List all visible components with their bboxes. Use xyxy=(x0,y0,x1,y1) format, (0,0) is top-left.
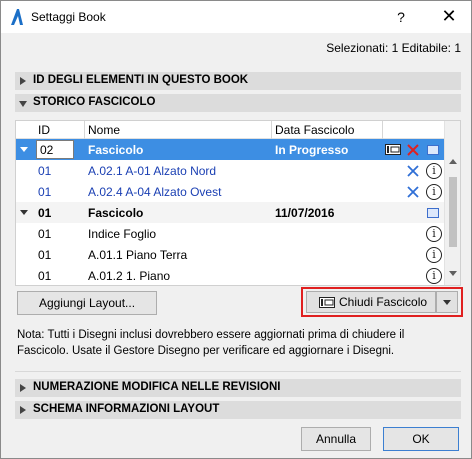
divider xyxy=(15,371,461,372)
row-date: 11/07/2016 xyxy=(275,206,335,220)
layout-film-icon xyxy=(319,297,335,308)
scroll-up-icon[interactable] xyxy=(449,159,457,164)
delete-red-icon[interactable] xyxy=(406,143,420,157)
selection-info: Selezionati: 1 Editabile: 1 xyxy=(326,41,461,55)
info-icon[interactable]: i xyxy=(426,184,442,200)
collapse-row-icon[interactable] xyxy=(20,210,28,215)
archicad-logo-icon xyxy=(11,9,23,25)
expand-arrow-icon xyxy=(20,384,26,392)
info-icon[interactable]: i xyxy=(426,163,442,179)
section-id-elements[interactable]: ID DEGLI ELEMENTI IN QUESTO BOOK xyxy=(15,72,461,90)
header-name[interactable]: Nome xyxy=(88,123,120,137)
header-date[interactable]: Data Fascicolo xyxy=(275,123,354,137)
remove-icon[interactable] xyxy=(406,164,420,178)
row-id: 01 xyxy=(38,164,52,178)
expand-arrow-icon xyxy=(20,406,26,414)
row-date: In Progresso xyxy=(275,143,349,157)
title-bar: Settaggi Book ? ✕ xyxy=(1,1,471,33)
table-row-group[interactable]: 01 Fascicolo 11/07/2016 xyxy=(16,202,444,223)
section-history[interactable]: STORICO FASCICOLO xyxy=(15,94,461,112)
scroll-thumb[interactable] xyxy=(449,177,457,247)
help-button[interactable]: ? xyxy=(387,7,415,27)
id-input[interactable]: 02 xyxy=(36,140,74,159)
expand-arrow-icon xyxy=(20,77,26,85)
table-row[interactable]: 01 Indice Foglio i xyxy=(16,223,444,244)
table-scrollbar[interactable] xyxy=(444,121,460,285)
row-id: 01 xyxy=(38,248,52,262)
row-name: Indice Foglio xyxy=(88,227,157,241)
section-revision-numbering[interactable]: NUMERAZIONE MODIFICA NELLE REVISIONI xyxy=(15,379,461,397)
table-row[interactable]: 01 A.02.4 A-04 Alzato Ovest i xyxy=(16,181,444,202)
section-label: SCHEMA INFORMAZIONI LAYOUT xyxy=(33,403,220,415)
row-name: A.02.4 A-04 Alzato Ovest xyxy=(88,185,222,199)
row-name: A.02.1 A-01 Alzato Nord xyxy=(88,164,217,178)
table-row[interactable]: 01 A.01.1 Piano Terra i xyxy=(16,244,444,265)
table-row[interactable]: 01 A.02.1 A-01 Alzato Nord i xyxy=(16,160,444,181)
close-issue-dropdown[interactable] xyxy=(436,291,458,313)
close-button[interactable]: ✕ xyxy=(431,5,467,29)
section-layout-info[interactable]: SCHEMA INFORMAZIONI LAYOUT xyxy=(15,401,461,419)
row-name: Fascicolo xyxy=(88,206,144,220)
ok-button[interactable]: OK xyxy=(383,427,459,451)
close-issue-button[interactable]: Chiudi Fascicolo xyxy=(306,291,436,313)
collapse-arrow-icon xyxy=(19,101,27,107)
issue-doc-icon[interactable] xyxy=(427,208,439,218)
header-id[interactable]: ID xyxy=(38,123,50,137)
chevron-down-icon xyxy=(443,300,451,305)
cancel-button[interactable]: Annulla xyxy=(301,427,371,451)
row-id: 01 xyxy=(38,206,52,220)
row-name: A.01.1 Piano Terra xyxy=(88,248,188,262)
table-row-selected[interactable]: 02 Fascicolo In Progresso xyxy=(16,139,444,160)
scroll-down-icon[interactable] xyxy=(449,271,457,276)
collapse-row-icon[interactable] xyxy=(20,147,28,152)
issue-doc-icon[interactable] xyxy=(427,145,439,155)
window-title: Settaggi Book xyxy=(31,10,106,24)
section-label: NUMERAZIONE MODIFICA NELLE REVISIONI xyxy=(33,381,281,393)
note-text: Nota: Tutti i Disegni inclusi dovrebbero… xyxy=(17,329,405,357)
section-label: ID DEGLI ELEMENTI IN QUESTO BOOK xyxy=(33,74,249,86)
table-header: ID Nome Data Fascicolo xyxy=(16,121,444,139)
add-layout-button[interactable]: Aggiungi Layout... xyxy=(17,291,157,315)
info-icon[interactable]: i xyxy=(426,226,442,242)
layout-film-icon[interactable] xyxy=(385,144,401,155)
issue-history-table: ID Nome Data Fascicolo 02 Fascicolo In P… xyxy=(15,120,461,286)
row-name: Fascicolo xyxy=(88,143,144,157)
info-icon[interactable]: i xyxy=(426,247,442,263)
settings-dialog: Settaggi Book ? ✕ Selezionati: 1 Editabi… xyxy=(0,0,472,459)
info-icon[interactable]: i xyxy=(426,268,442,284)
section-label: STORICO FASCICOLO xyxy=(33,96,156,108)
remove-icon[interactable] xyxy=(406,185,420,199)
row-name: A.01.2 1. Piano xyxy=(88,269,171,283)
row-id: 01 xyxy=(38,227,52,241)
table-row[interactable]: 01 A.01.2 1. Piano i xyxy=(16,265,444,285)
row-id: 01 xyxy=(38,269,52,283)
close-issue-label: Chiudi Fascicolo xyxy=(339,295,428,309)
row-id: 01 xyxy=(38,185,52,199)
